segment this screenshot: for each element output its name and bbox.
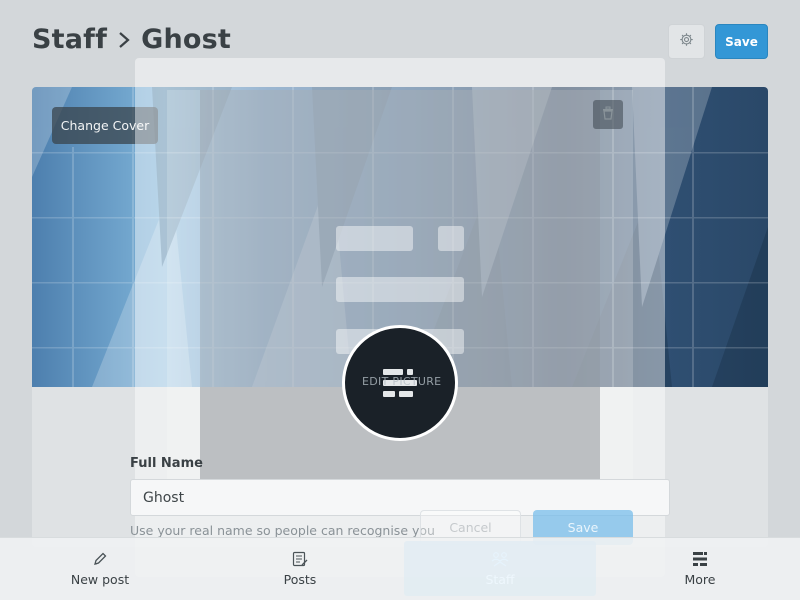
nav-item-more[interactable]: More bbox=[600, 538, 800, 600]
posts-icon bbox=[292, 551, 308, 567]
pen-icon bbox=[92, 551, 108, 567]
modal-placeholder-block bbox=[336, 226, 413, 251]
trash-icon bbox=[602, 105, 614, 124]
breadcrumb: Staff Ghost bbox=[32, 24, 231, 55]
gear-icon bbox=[679, 32, 694, 51]
nav-item-new-post[interactable]: New post bbox=[0, 538, 200, 600]
nav-label-posts: Posts bbox=[283, 572, 317, 587]
save-button[interactable]: Save bbox=[715, 24, 768, 59]
staff-icon bbox=[491, 551, 509, 567]
nav-item-posts[interactable]: Posts bbox=[200, 538, 400, 600]
settings-button[interactable] bbox=[668, 24, 705, 59]
edit-picture-label[interactable]: EDIT PICTURE bbox=[362, 375, 441, 388]
chevron-right-icon bbox=[117, 30, 131, 50]
bottom-nav: New post Posts Staff More bbox=[0, 537, 800, 600]
breadcrumb-parent[interactable]: Staff bbox=[32, 24, 107, 55]
more-icon bbox=[692, 551, 708, 567]
modal-placeholder-block bbox=[438, 226, 464, 251]
full-name-help: Use your real name so people can recogni… bbox=[130, 523, 435, 538]
full-name-label: Full Name bbox=[130, 456, 203, 471]
nav-label-more: More bbox=[684, 572, 716, 587]
modal-placeholder-block bbox=[336, 277, 464, 302]
nav-item-staff[interactable]: Staff bbox=[400, 538, 600, 600]
breadcrumb-current: Ghost bbox=[141, 24, 231, 55]
header-actions: Save bbox=[668, 24, 768, 59]
nav-label-staff: Staff bbox=[485, 572, 515, 587]
nav-label-new-post: New post bbox=[70, 572, 130, 587]
delete-image-button[interactable] bbox=[593, 100, 623, 129]
